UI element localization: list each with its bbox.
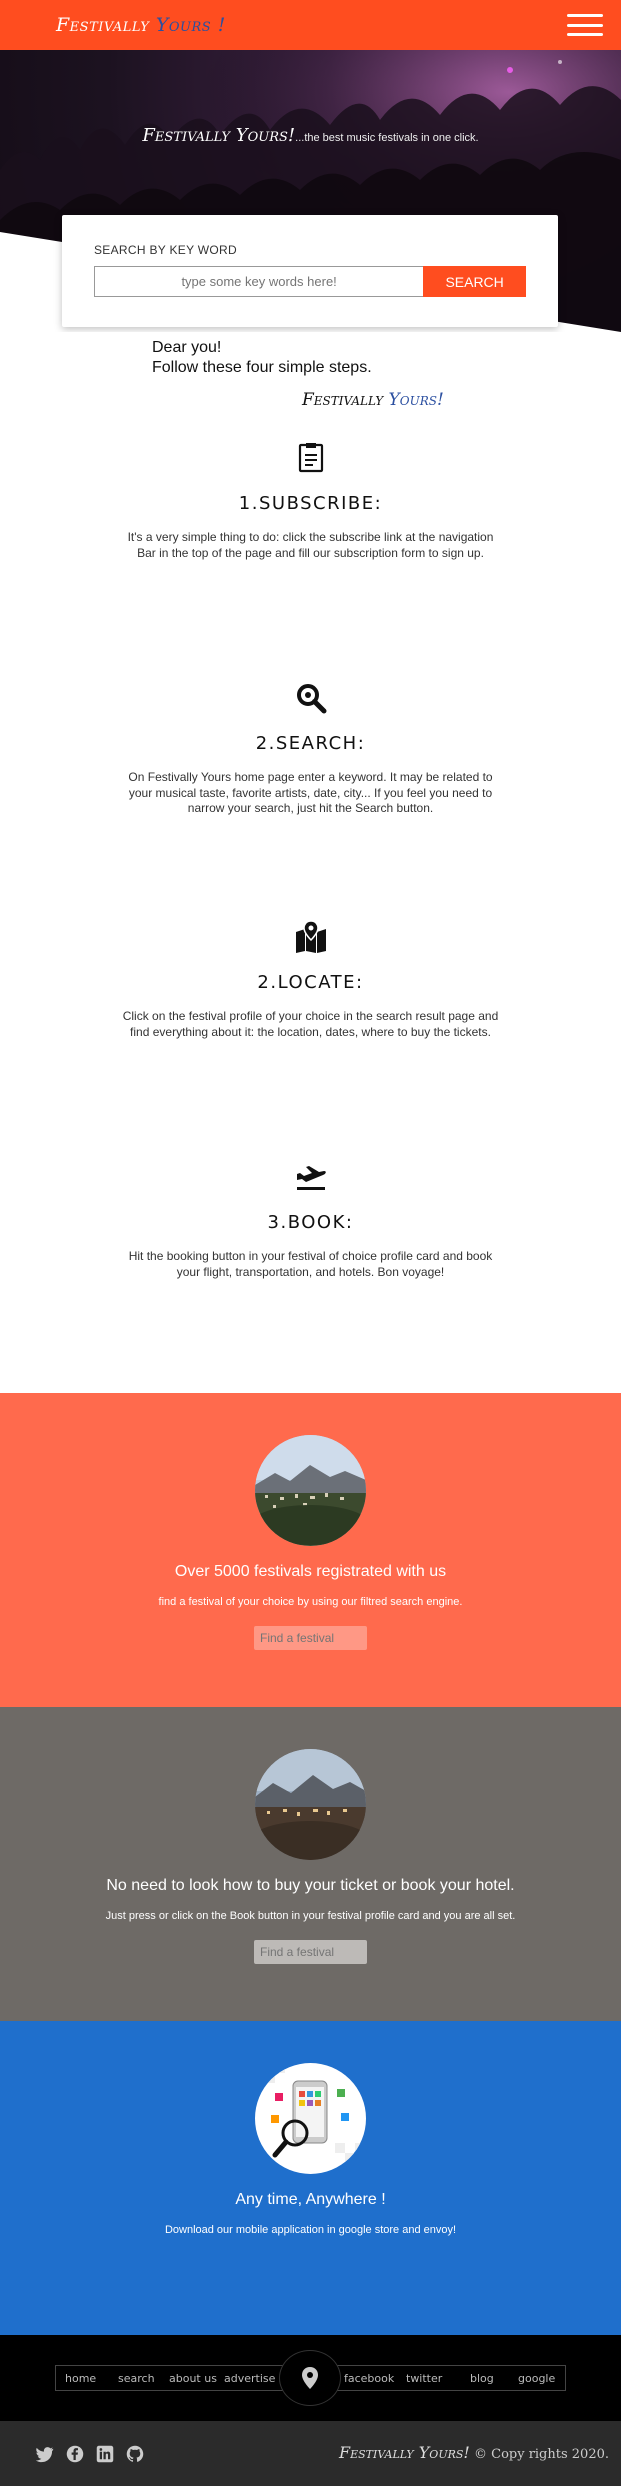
step-description: On Festivally Yours home page enter a ke… [128, 770, 493, 815]
facebook-icon[interactable] [66, 2445, 84, 2463]
footer-link-facebook[interactable]: facebook [344, 2372, 394, 2385]
step-title: 3.BOOK: [267, 1212, 354, 1233]
band-title: No need to look how to buy your ticket o… [106, 1877, 515, 1894]
airplane-icon [296, 1166, 326, 1190]
booking-section: No need to look how to buy your ticket o… [0, 1707, 621, 2021]
band-title: Any time, Anywhere ! [235, 2191, 386, 2208]
signature-name-suffix: Yours! [388, 390, 444, 410]
linkedin-icon[interactable] [96, 2445, 114, 2463]
search-card: SEARCH BY KEY WORD SEARCH [62, 215, 558, 327]
footer-nav: home search about us advertise facebook … [0, 2335, 621, 2421]
hero-brand: Festivally Yours! [142, 125, 296, 146]
location-pin-icon [302, 2367, 318, 2389]
copyright: Festivally Yours! © Copy rights 2020. [339, 2443, 609, 2462]
navbar: Festivally Yours ! [0, 0, 621, 50]
map-icon [295, 920, 326, 953]
festivals-count-section: Over 5000 festivals registrated with us … [0, 1393, 621, 1707]
twitter-icon[interactable] [36, 2445, 54, 2463]
footer-brand: Festivally Yours! [339, 2443, 470, 2462]
find-festival-input[interactable] [254, 1626, 367, 1650]
search-label: SEARCH BY KEY WORD [94, 243, 237, 257]
city-landscape-image [255, 1749, 366, 1860]
github-icon[interactable] [126, 2445, 144, 2463]
brand-name-suffix: Yours ! [155, 14, 226, 36]
intro-greeting: Dear you! [152, 339, 222, 356]
signature: Festivally Yours! [302, 390, 444, 410]
brand-name: Festivally [56, 14, 150, 36]
footer-link-twitter[interactable]: twitter [406, 2372, 442, 2385]
band-subtitle: Just press or click on the Book button i… [105, 1910, 516, 1922]
copyright-text: © Copy rights 2020. [473, 2447, 609, 2462]
brand-logo[interactable]: Festivally Yours ! [56, 14, 226, 36]
footer-link-home[interactable]: home [65, 2372, 96, 2385]
footer-link-advertise[interactable]: advertise [224, 2372, 275, 2385]
step-book: 3.BOOK: Hit the booking button in your f… [0, 1160, 621, 1280]
hamburger-icon[interactable] [567, 14, 603, 36]
intro-instruction: Follow these four simple steps. [152, 359, 372, 376]
step-description: Click on the festival profile of your ch… [122, 1009, 499, 1039]
band-subtitle: find a festival of your choice by using … [158, 1596, 463, 1608]
step-title: 2.SEARCH: [255, 733, 366, 754]
hero-banner: Festivally Yours!...the best music festi… [0, 50, 621, 332]
signature-name: Festivally [302, 390, 384, 410]
search-button[interactable]: SEARCH [423, 266, 526, 297]
mobile-app-image [255, 2063, 366, 2174]
footer-link-google[interactable]: google [518, 2372, 555, 2385]
step-search: 2.SEARCH: On Festivally Yours home page … [0, 681, 621, 817]
footer-location-button[interactable] [279, 2350, 341, 2406]
step-description: Hit the booking button in your festival … [128, 1249, 493, 1279]
city-landscape-image [255, 1435, 366, 1546]
step-locate: 2.LOCATE: Click on the festival profile … [0, 920, 621, 1040]
search-input[interactable] [94, 266, 424, 297]
step-title: 2.LOCATE: [257, 972, 364, 993]
hero-tagline: Festivally Yours!...the best music festi… [0, 125, 621, 146]
step-subscribe: 1.SUBSCRIBE: It's a very simple thing to… [0, 441, 621, 561]
footer-bottom: Festivally Yours! © Copy rights 2020. [0, 2421, 621, 2486]
hero-tagline-text: ...the best music festivals in one click… [295, 132, 479, 144]
mobile-app-section: Any time, Anywhere ! Download our mobile… [0, 2021, 621, 2335]
step-description: It's a very simple thing to do: click th… [127, 530, 494, 560]
step-title: 1.SUBSCRIBE: [238, 493, 383, 514]
footer-link-blog[interactable]: blog [470, 2372, 494, 2385]
band-subtitle: Download our mobile application in googl… [164, 2224, 457, 2236]
find-festival-input[interactable] [254, 1940, 367, 1964]
clipboard-icon [298, 443, 323, 473]
footer-link-about[interactable]: about us [169, 2372, 217, 2385]
search-icon [296, 684, 326, 714]
footer-link-search[interactable]: search [118, 2372, 155, 2385]
band-title: Over 5000 festivals registrated with us [174, 1563, 447, 1580]
intro-text: Dear you! Follow these four simple steps… [152, 338, 372, 378]
